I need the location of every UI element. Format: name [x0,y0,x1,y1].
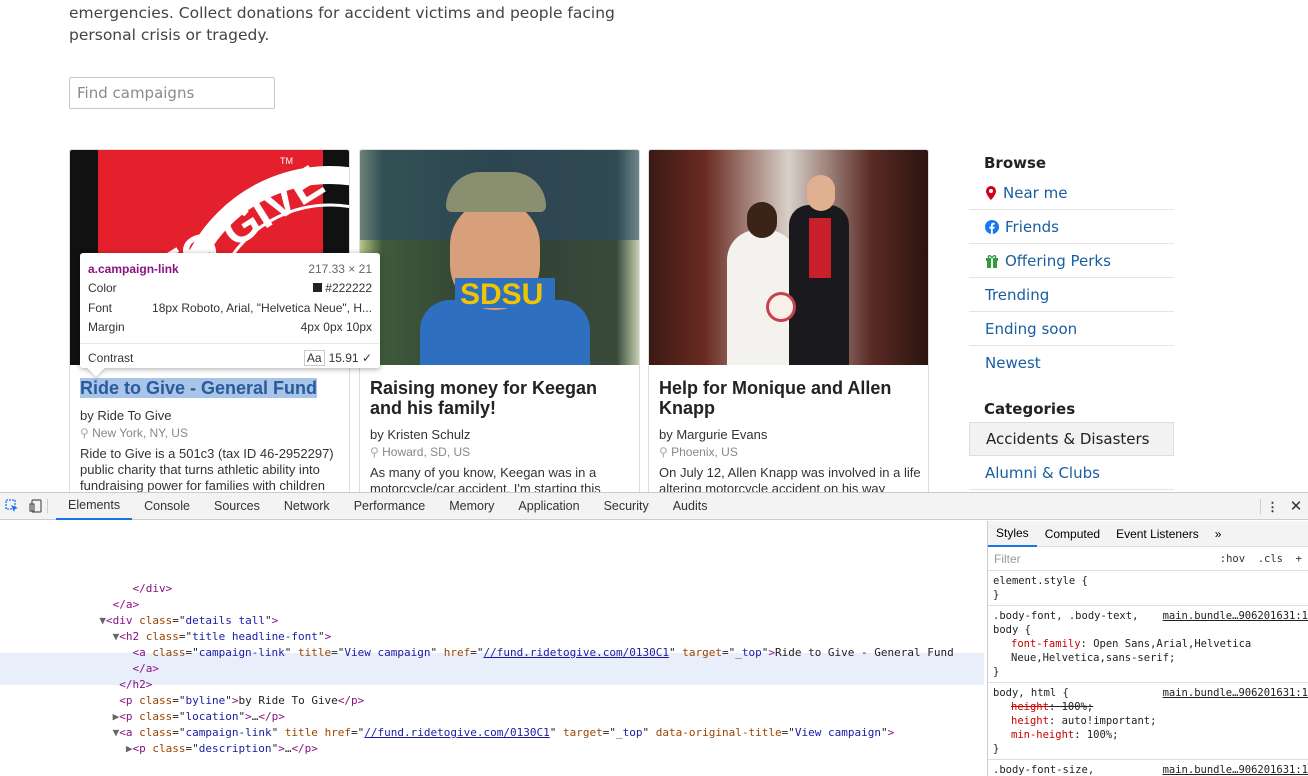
tab-elements[interactable]: Elements [56,493,133,520]
tab-event-listeners[interactable]: Event Listeners [1108,521,1207,547]
tab-application[interactable]: Application [506,493,591,520]
sidebar-item-newest[interactable]: Newest [969,346,1174,380]
sidebar-item-ending-soon[interactable]: Ending soon [969,312,1174,346]
rule-source-link[interactable]: main.bundle…906201631:1 [1163,686,1308,700]
map-pin-icon: ⚲ [80,426,93,440]
campaign-title[interactable]: Raising money for Keegan and his family! [370,378,632,418]
hov-button[interactable]: :hov [1220,553,1245,565]
campaign-byline: by Margurie Evans [659,427,768,442]
dom-node[interactable]: </div> [0,581,172,597]
intro-text: emergencies. Collect donations for accid… [69,4,615,44]
campaign-title[interactable]: Help for Monique and Allen Knapp [659,378,921,418]
tab-memory[interactable]: Memory [437,493,506,520]
style-rule: body, html {main.bundle…906201631:1 heigh… [988,683,1308,760]
search-input[interactable]: Find campaigns [69,77,275,109]
tooltip-selector: a.campaign-link [88,261,179,276]
color-swatch [313,283,323,293]
campaign-title[interactable]: Ride to Give - General Fund [80,378,342,398]
gift-icon [986,254,998,268]
dom-node[interactable]: </a> [0,661,159,677]
campaign-byline: by Ride To Give [80,408,172,423]
styles-tabs: Styles Computed Event Listeners » [988,521,1308,547]
dom-node[interactable]: </h2> [0,677,152,693]
tab-performance[interactable]: Performance [342,493,438,520]
browse-heading: Browse [984,154,1047,172]
web-page: emergencies. Collect donations for accid… [0,0,1308,492]
add-rule-button[interactable]: + [1296,553,1302,565]
sidebar-item-offering-perks[interactable]: Offering Perks [969,244,1174,278]
styles-filter: Filter :hov .cls + [988,547,1308,571]
map-pin-icon: ⚲ [659,445,672,459]
tab-more[interactable]: » [1207,521,1230,547]
sidebar-item-accidents-disasters[interactable]: Accidents & Disasters [969,422,1174,456]
image-tm: TM [280,156,293,166]
image-text: SDSU [460,278,544,311]
dom-node[interactable]: ▶<p class="description">…</p> [0,741,318,757]
dom-node[interactable]: ▶<p class="location">…</p> [0,709,285,725]
dom-node[interactable]: ▼<h2 class="title headline-font"> [0,629,332,645]
campaign-location: ⚲ Howard, SD, US [370,445,471,459]
style-rules: .body-font, .body-text, body {main.bundl… [988,606,1308,776]
devtools-panel: Elements Console Sources Network Perform… [0,492,1308,776]
campaign-description: On July 12, Allen Knapp was involved in … [659,465,921,492]
filter-input[interactable]: Filter [994,552,1021,566]
tab-console[interactable]: Console [132,493,202,520]
rule-source-link[interactable]: main.bundle…906201631:1 [1163,763,1308,776]
dom-node[interactable]: ▼<div class="details tall"> [0,613,278,629]
tooltip-size: 217.33 × 21 [308,261,372,276]
styles-pane: Styles Computed Event Listeners » Filter… [987,521,1308,776]
tab-security[interactable]: Security [592,493,661,520]
campaign-image[interactable]: SDSU [360,150,639,365]
campaign-description: Ride to Give is a 501c3 (tax ID 46-29522… [80,446,334,492]
tab-styles[interactable]: Styles [988,521,1037,547]
sidebar-item-trending[interactable]: Trending [969,278,1174,312]
style-rule: .body-font, .body-text, body {main.bundl… [988,606,1308,683]
elements-tree: </div> </a> ▼<div class="details tall"> … [0,521,986,776]
campaign-card[interactable]: SDSU Raising money for Keegan and his fa… [359,149,640,492]
close-icon[interactable]: ✕ [1284,497,1308,515]
tab-network[interactable]: Network [272,493,342,520]
tab-sources[interactable]: Sources [202,493,272,520]
dom-node[interactable]: ▼<a class="campaign-link" title href="//… [0,725,895,741]
campaign-card[interactable]: Help for Monique and Allen Knapp by Marg… [648,149,929,492]
map-pin-icon: ⚲ [370,445,383,459]
sidebar: Browse Near me Friends Offering Perks Tr… [969,150,1174,490]
style-rule: .body-font-size, main.bundle…906201631:1 [988,760,1308,776]
tab-computed[interactable]: Computed [1037,521,1108,547]
sidebar-item-near-me[interactable]: Near me [969,176,1174,210]
inspect-element-icon[interactable] [0,499,24,513]
categories-heading: Categories [984,400,1076,418]
more-options-icon[interactable]: ⋮ [1260,498,1284,514]
campaign-location: ⚲ Phoenix, US [659,445,738,459]
devtools-toolbar: Elements Console Sources Network Perform… [0,493,1308,520]
map-pin-icon [986,185,996,200]
inspector-tooltip: a.campaign-link 217.33 × 21 Color #222222 … [80,253,380,368]
device-toolbar-icon[interactable] [24,499,48,513]
dom-node[interactable]: </a> [0,597,140,613]
tab-audits[interactable]: Audits [661,493,720,520]
cls-button[interactable]: .cls [1258,553,1283,565]
campaign-byline: by Kristen Schulz [370,427,471,442]
campaign-image[interactable] [649,150,928,365]
sidebar-item-friends[interactable]: Friends [969,210,1174,244]
facebook-icon [985,219,999,234]
style-rule: element.style { } [988,571,1308,606]
dom-node[interactable]: <p class="byline">by Ride To Give</p> [0,693,364,709]
campaign-description: As many of you know, Keegan was in a mot… [370,465,601,492]
dom-node[interactable]: <a class="campaign-link" title="View cam… [0,645,953,661]
sidebar-item-alumni-clubs[interactable]: Alumni & Clubs [969,456,1174,490]
campaign-location: ⚲ New York, NY, US [80,426,188,440]
rule-source-link[interactable]: main.bundle…906201631:1 [1163,609,1308,623]
